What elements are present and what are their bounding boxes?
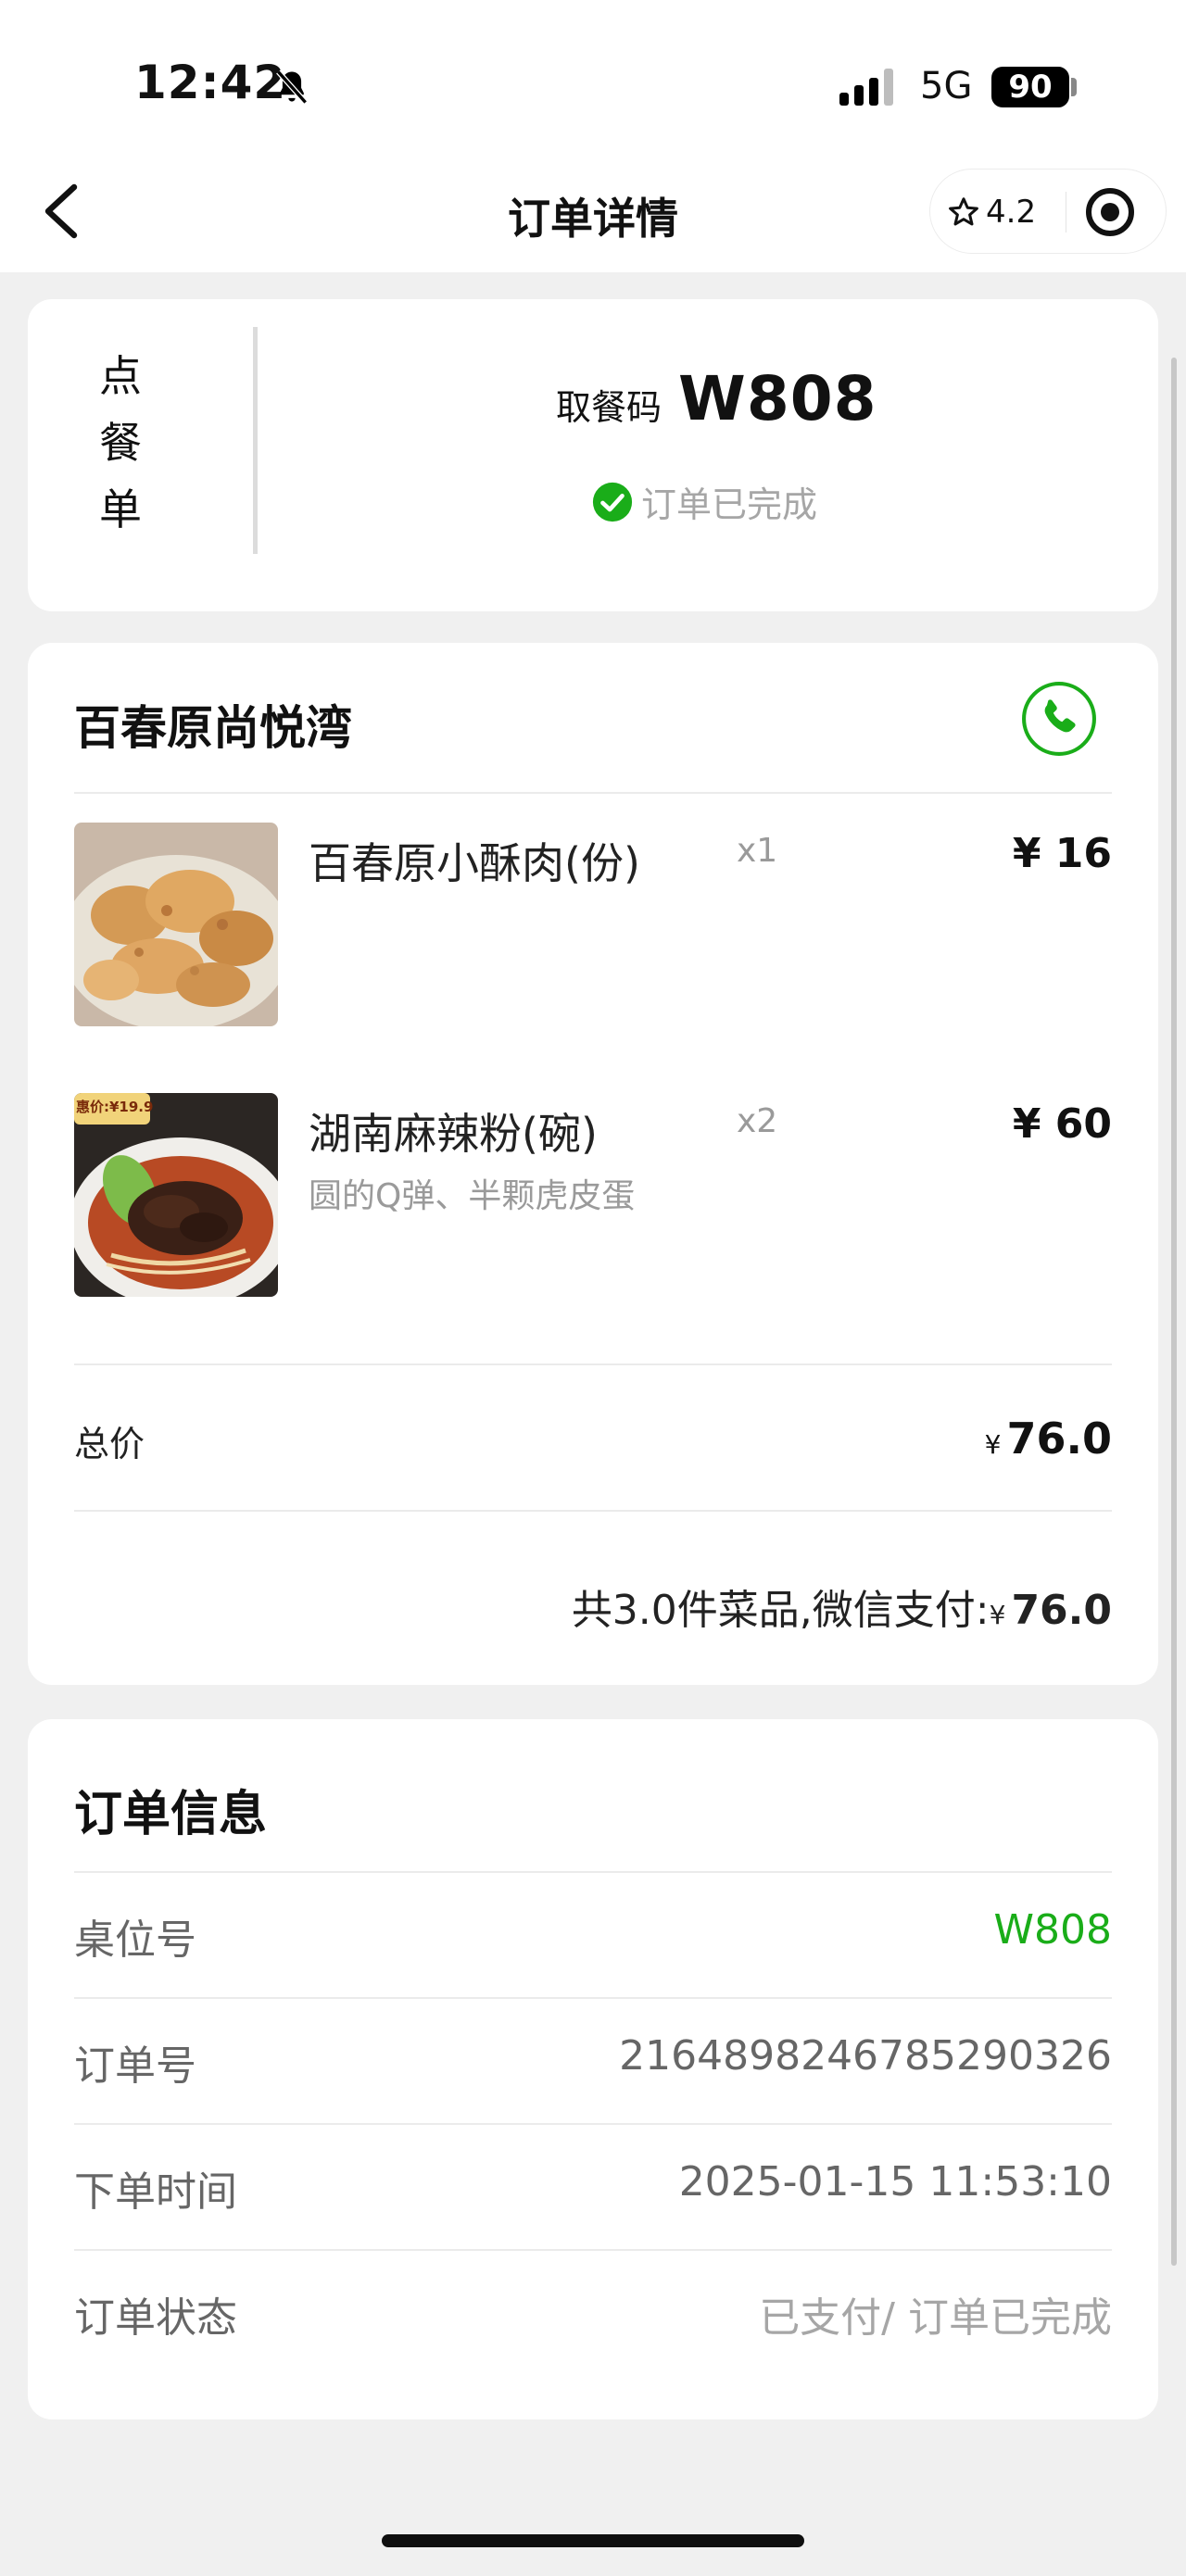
item-name: 湖南麻辣粉(碗): [309, 1109, 598, 1159]
currency-symbol: ¥: [984, 1429, 1002, 1460]
divider: [74, 2249, 1112, 2251]
order-status-text: 订单已完成: [641, 484, 818, 525]
mini-program-capsule: 4.2: [929, 169, 1167, 254]
order-number-value[interactable]: 2164898246785290326: [619, 2032, 1112, 2080]
order-number-label: 订单号: [74, 2042, 196, 2090]
item-qty: x2: [737, 1102, 778, 1140]
order-status-value: 已支付/ 订单已完成: [759, 2294, 1112, 2342]
divider: [74, 1997, 1112, 1999]
order-status: 订单已完成: [591, 476, 817, 527]
pickup-card: [28, 299, 1158, 611]
divider: [74, 1871, 1112, 1873]
battery-tip: [1071, 78, 1077, 96]
vertical-divider: [253, 327, 258, 554]
total-amount: 76.0: [1006, 1414, 1113, 1464]
divider: [74, 2123, 1112, 2125]
rating-button[interactable]: 4.2: [947, 170, 1036, 255]
payment-summary: 共3.0件菜品,微信支付:¥ 76.0: [572, 1577, 1112, 1636]
network-type: 5G: [920, 65, 973, 107]
item-description: 圆的Q弹、半颗虎皮蛋: [309, 1177, 636, 1215]
item-name: 百春原小酥肉(份): [309, 838, 640, 888]
home-indicator[interactable]: [382, 2534, 804, 2547]
divider: [74, 1363, 1112, 1365]
order-status-label: 订单状态: [74, 2294, 237, 2342]
battery-indicator: 90: [991, 67, 1069, 107]
cellular-signal-icon: [839, 69, 893, 106]
status-time: 12:42: [134, 56, 287, 109]
order-type-char: 餐: [99, 418, 142, 468]
total-value: ¥76.0: [985, 1414, 1112, 1464]
star-icon: [949, 197, 978, 226]
pickup-code-block: 取餐码 W808: [556, 363, 877, 434]
close-target-icon[interactable]: [1084, 186, 1136, 238]
scrollbar[interactable]: [1171, 358, 1177, 2266]
item-qty: x1: [737, 832, 778, 870]
item-price: ¥ 60: [1012, 1100, 1112, 1148]
crispy-pork-photo: [74, 823, 278, 1026]
check-circle-icon: [592, 482, 633, 521]
pickup-label: 取餐码: [556, 387, 662, 428]
order-type-char: 单: [99, 484, 142, 534]
summary-text: 共3.0件菜品,微信支付:: [571, 1587, 990, 1634]
order-time-label: 下单时间: [74, 2168, 237, 2216]
order-type-label: 点 餐 单: [88, 343, 153, 543]
divider: [74, 1510, 1112, 1512]
summary-amount: 76.0: [1011, 1587, 1112, 1634]
rating-value: 4.2: [986, 194, 1037, 231]
total-label: 总价: [74, 1424, 145, 1464]
order-time-value: 2025-01-15 11:53:10: [678, 2158, 1112, 2205]
divider: [74, 792, 1112, 794]
pickup-code: W808: [678, 363, 877, 434]
store-name: 百春原尚悦湾: [74, 701, 352, 755]
order-info-title: 订单信息: [74, 1787, 268, 1842]
bell-muted-icon: [276, 69, 308, 105]
table-number-value: W808: [993, 1906, 1113, 1954]
phone-icon[interactable]: [1021, 681, 1097, 757]
status-bar: 12:42 5G 90: [0, 0, 1186, 167]
item-price: ¥ 16: [1012, 830, 1112, 877]
currency-symbol: ¥: [989, 1600, 1006, 1630]
spicy-noodle-photo: 惠价:¥19.9: [74, 1093, 278, 1297]
table-number-label: 桌位号: [74, 1916, 196, 1964]
price-badge: 惠价:¥19.9: [76, 1099, 154, 1115]
order-type-char: 点: [99, 351, 142, 401]
